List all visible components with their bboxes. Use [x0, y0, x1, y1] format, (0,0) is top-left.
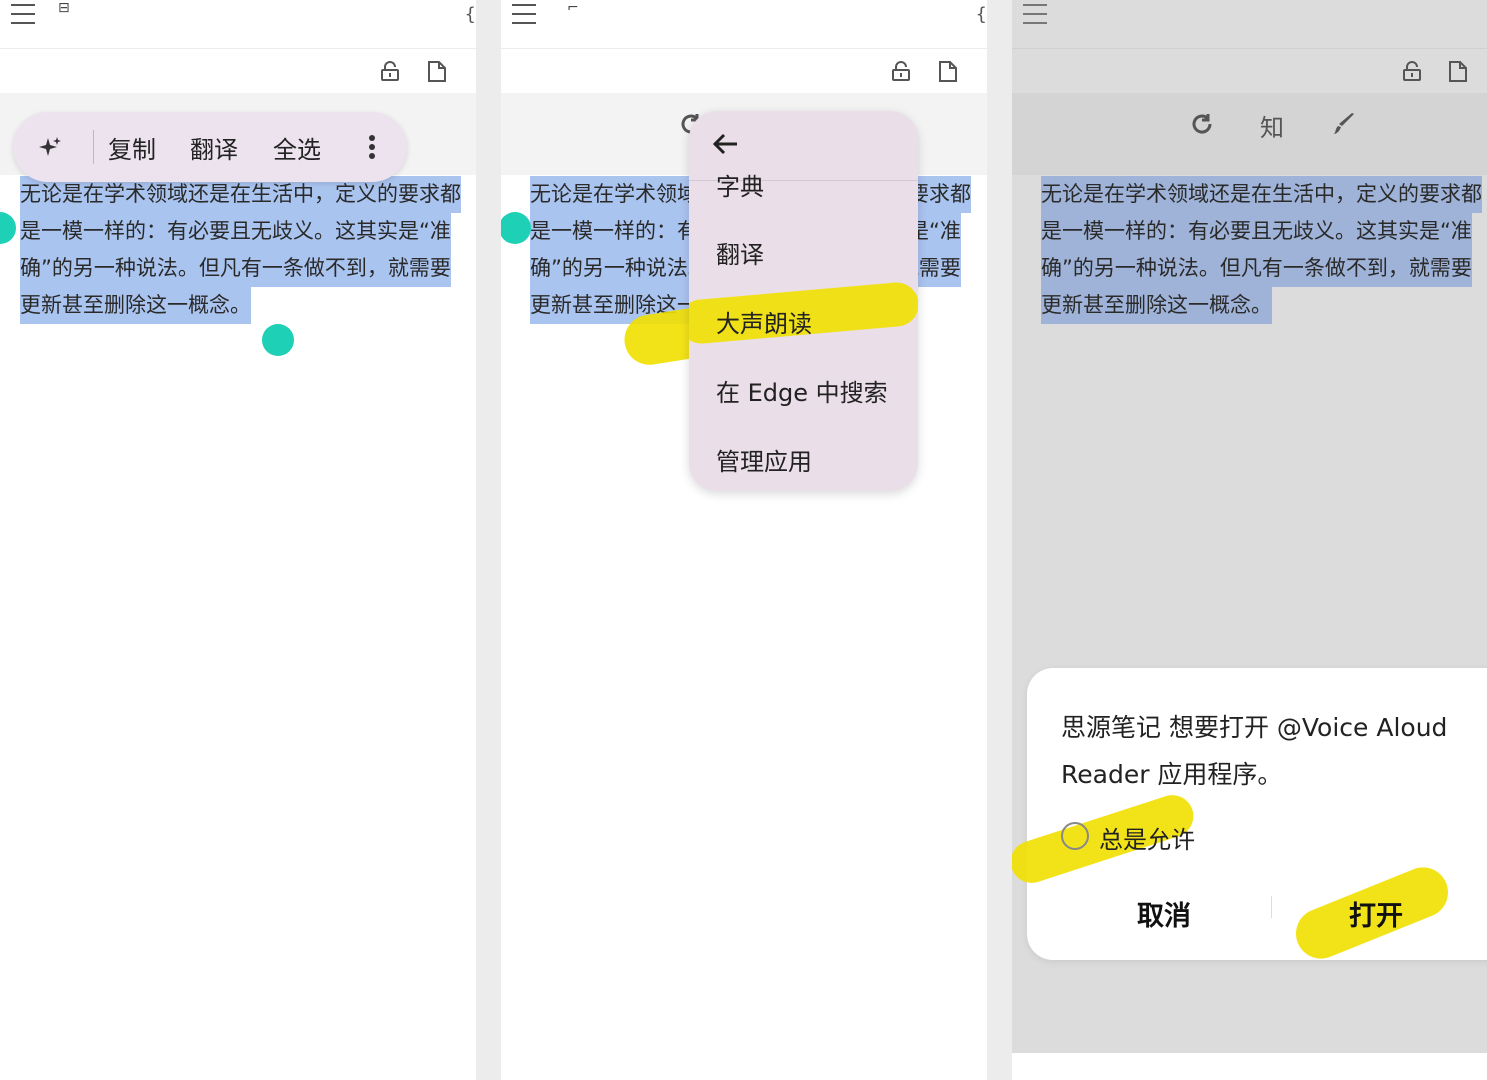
- text-line: 更新甚至删除这一概念。: [20, 287, 251, 324]
- selected-text[interactable]: 无论是在学术领域还是在生活中，定义的要求都 是一模一样的：有必要且无歧义。这其实…: [1041, 176, 1487, 324]
- screenshot-panel-1: ⊟ { 无论是在学术领域还是在生活中，定义的要求都 是一模一样的：有必要且无歧义…: [0, 0, 476, 1080]
- document-icon[interactable]: [1449, 61, 1467, 82]
- more-options-icon[interactable]: [368, 134, 376, 160]
- menu-item-translate[interactable]: 翻译: [716, 235, 764, 270]
- document-toolbar: [0, 49, 476, 93]
- text-line: 无论是在学术领域还是在生活中，定义的要求都: [1041, 176, 1482, 213]
- menu-icon[interactable]: [512, 4, 536, 24]
- open-button[interactable]: 打开: [1349, 894, 1403, 933]
- always-allow-label: 总是允许: [1099, 826, 1195, 854]
- sparkle-icon[interactable]: [38, 136, 62, 160]
- screenshot-panel-3: 知 无论是在学术领域还是在生活中，定义的要求都 是一模一样的：有必要且无歧义。这…: [1012, 0, 1487, 1053]
- text-line: 是一模一样的：有必要且无歧义。这其实是“准: [1041, 213, 1472, 250]
- brush-icon[interactable]: [1332, 112, 1356, 136]
- panel-separator: [987, 0, 1012, 1080]
- text-line: 确”的另一种说法。但凡有一条做不到，就需要: [1041, 250, 1472, 287]
- brace-icon: {: [464, 4, 476, 25]
- translate-button[interactable]: 翻译: [190, 130, 238, 165]
- unlock-icon[interactable]: [380, 61, 400, 81]
- panel-separator: [476, 0, 501, 1080]
- menu-item-read-aloud[interactable]: 大声朗读: [716, 304, 812, 339]
- text-actions-menu: 字典 翻译 大声朗读 在 Edge 中搜索 管理应用: [689, 111, 918, 491]
- open-app-dialog: 思源笔记 想要打开 @Voice Aloud Reader 应用程序。 总是允许…: [1012, 668, 1487, 967]
- menu-icon[interactable]: [11, 4, 35, 24]
- unlock-icon[interactable]: [891, 61, 911, 81]
- select-all-button[interactable]: 全选: [273, 130, 321, 165]
- header-band: [1012, 93, 1487, 175]
- menu-icon[interactable]: [1023, 4, 1047, 24]
- zhi-icon[interactable]: 知: [1260, 108, 1284, 143]
- refresh-icon[interactable]: [1190, 112, 1214, 136]
- menu-item-dictionary[interactable]: 字典: [716, 167, 764, 202]
- document-icon[interactable]: [939, 61, 957, 82]
- menu-item-search-edge[interactable]: 在 Edge 中搜索: [716, 373, 888, 408]
- selection-start-handle[interactable]: [501, 212, 531, 244]
- text-line: 确”的另一种说法。但凡有一条做不到，就需要: [20, 250, 451, 287]
- document-toolbar: [1012, 49, 1487, 93]
- screenshot-panel-2: ⌐ { 无论是在学术领域还是在生活中，定义的要求都 是一模一样的：有必要且无歧义…: [501, 0, 987, 1080]
- always-allow-radio[interactable]: [1061, 822, 1089, 850]
- menu-item-manage-apps[interactable]: 管理应用: [716, 442, 812, 477]
- top-bar: ⌐ {: [501, 0, 987, 49]
- unlock-icon[interactable]: [1402, 61, 1422, 81]
- cancel-button[interactable]: 取消: [1137, 894, 1191, 933]
- toolbar-glyph: ⊟: [58, 0, 70, 16]
- back-arrow-icon[interactable]: [713, 133, 739, 155]
- divider: [93, 130, 94, 164]
- selection-end-handle[interactable]: [262, 324, 294, 356]
- copy-button[interactable]: 复制: [108, 130, 156, 165]
- text-line: 是一模一样的：有必要且无歧义。这其实是“准: [20, 213, 451, 250]
- divider: [1271, 896, 1272, 918]
- top-bar: ⊟ {: [0, 0, 476, 49]
- toolbar-glyph: ⌐: [567, 0, 579, 16]
- brace-icon: {: [975, 4, 987, 25]
- selection-start-handle[interactable]: [0, 212, 16, 244]
- selected-text[interactable]: 无论是在学术领域还是在生活中，定义的要求都 是一模一样的：有必要且无歧义。这其实…: [20, 176, 476, 324]
- top-bar: [1012, 0, 1487, 49]
- text-selection-popup: 复制 翻译 全选: [13, 112, 407, 182]
- document-icon[interactable]: [428, 61, 446, 82]
- text-line: 更新甚至删除这一概念。: [1041, 287, 1272, 324]
- dialog-message: 思源笔记 想要打开 @Voice Aloud Reader 应用程序。: [1061, 713, 1448, 789]
- document-toolbar: [501, 49, 987, 93]
